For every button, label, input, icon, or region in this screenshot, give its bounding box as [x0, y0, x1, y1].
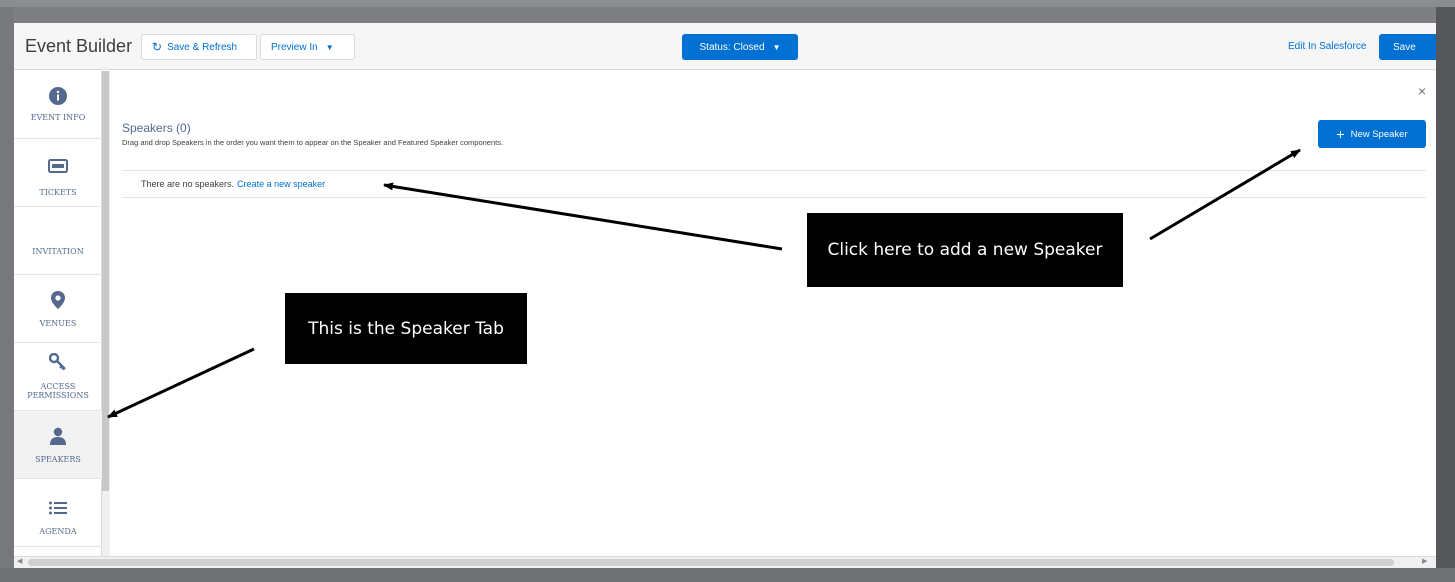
save-refresh-button[interactable]: ↻ Save & Refresh	[141, 34, 257, 60]
sidebar-item-label: ACCESS PERMISSIONS	[27, 382, 89, 400]
page-description: Drag and drop Speakers in the order you …	[122, 138, 504, 147]
preview-in-label: Preview In	[271, 41, 318, 53]
save-button[interactable]: Save	[1379, 34, 1436, 60]
status-label: Status: Closed	[699, 41, 765, 53]
preview-in-button[interactable]: Preview In ▼	[260, 34, 355, 60]
horizontal-scrollbar-thumb[interactable]	[28, 559, 1394, 566]
event-builder-modal: Event Builder ↻ Save & Refresh Preview I…	[14, 23, 1436, 568]
ticket-icon	[48, 155, 68, 177]
sidebar-item-access-permissions[interactable]: ACCESS PERMISSIONS	[14, 343, 102, 411]
list-icon	[49, 497, 67, 519]
empty-state-text: There are no speakers.	[141, 179, 235, 189]
sidebar-item-agenda[interactable]: AGENDA	[14, 479, 102, 547]
backdrop-top	[0, 0, 1455, 7]
horizontal-scrollbar[interactable]: ◀ ▶	[14, 556, 1436, 568]
sidebar-item-venues[interactable]: VENUES	[14, 275, 102, 343]
sidebar-item-label: VENUES	[39, 319, 77, 328]
callout-speaker-tab: This is the Speaker Tab	[285, 293, 527, 364]
builder-header: Event Builder ↻ Save & Refresh Preview I…	[14, 23, 1436, 70]
person-icon	[49, 425, 67, 447]
sidebar-item-label: SPEAKERS	[35, 455, 81, 464]
chevron-down-icon: ▼	[325, 42, 334, 52]
scroll-right-icon[interactable]: ▶	[1422, 557, 1427, 565]
sidebar-scrollbar-thumb[interactable]	[102, 71, 109, 491]
save-label: Save	[1393, 41, 1416, 53]
page-title: Speakers (0)	[122, 121, 191, 135]
key-icon	[49, 351, 67, 373]
sidebar-item-event-info[interactable]: EVENT INFO	[14, 71, 102, 139]
callout-new-speaker: Click here to add a new Speaker	[807, 213, 1123, 287]
status-dropdown-button[interactable]: Status: Closed ▼	[682, 34, 798, 60]
sidebar-item-label: AGENDA	[39, 527, 77, 536]
edit-in-salesforce-link[interactable]: Edit In Salesforce	[1288, 41, 1366, 52]
sidebar-item-label: TICKETS	[39, 188, 77, 197]
sidebar-item-speakers[interactable]: SPEAKERS	[14, 411, 102, 479]
scroll-left-icon[interactable]: ◀	[17, 557, 22, 565]
info-icon	[49, 85, 67, 107]
sidebar-item-tickets[interactable]: TICKETS	[14, 139, 102, 207]
create-speaker-link[interactable]: Create a new speaker	[237, 179, 325, 189]
backdrop-left	[0, 7, 14, 568]
refresh-icon: ↻	[152, 40, 163, 54]
close-icon[interactable]: ×	[1418, 83, 1426, 99]
sidebar-item-invitation[interactable]: INVITATION	[14, 207, 102, 275]
chevron-down-icon: ▼	[772, 42, 781, 52]
app-title: Event Builder	[25, 36, 133, 56]
builder-sidebar: EVENT INFO TICKETS INVITATION VENUES ACC…	[14, 71, 102, 568]
empty-speakers-row: There are no speakers. Create a new spea…	[122, 170, 1426, 198]
new-speaker-label: New Speaker	[1350, 128, 1408, 140]
backdrop-right	[1436, 7, 1455, 568]
location-pin-icon	[51, 289, 65, 311]
backdrop-bottom	[0, 568, 1455, 582]
sidebar-item-label: INVITATION	[32, 247, 84, 256]
sidebar-item-label: EVENT INFO	[30, 113, 86, 122]
plus-icon: +	[1336, 126, 1345, 142]
new-speaker-button[interactable]: + New Speaker	[1318, 120, 1426, 148]
save-refresh-label: Save & Refresh	[167, 41, 238, 53]
